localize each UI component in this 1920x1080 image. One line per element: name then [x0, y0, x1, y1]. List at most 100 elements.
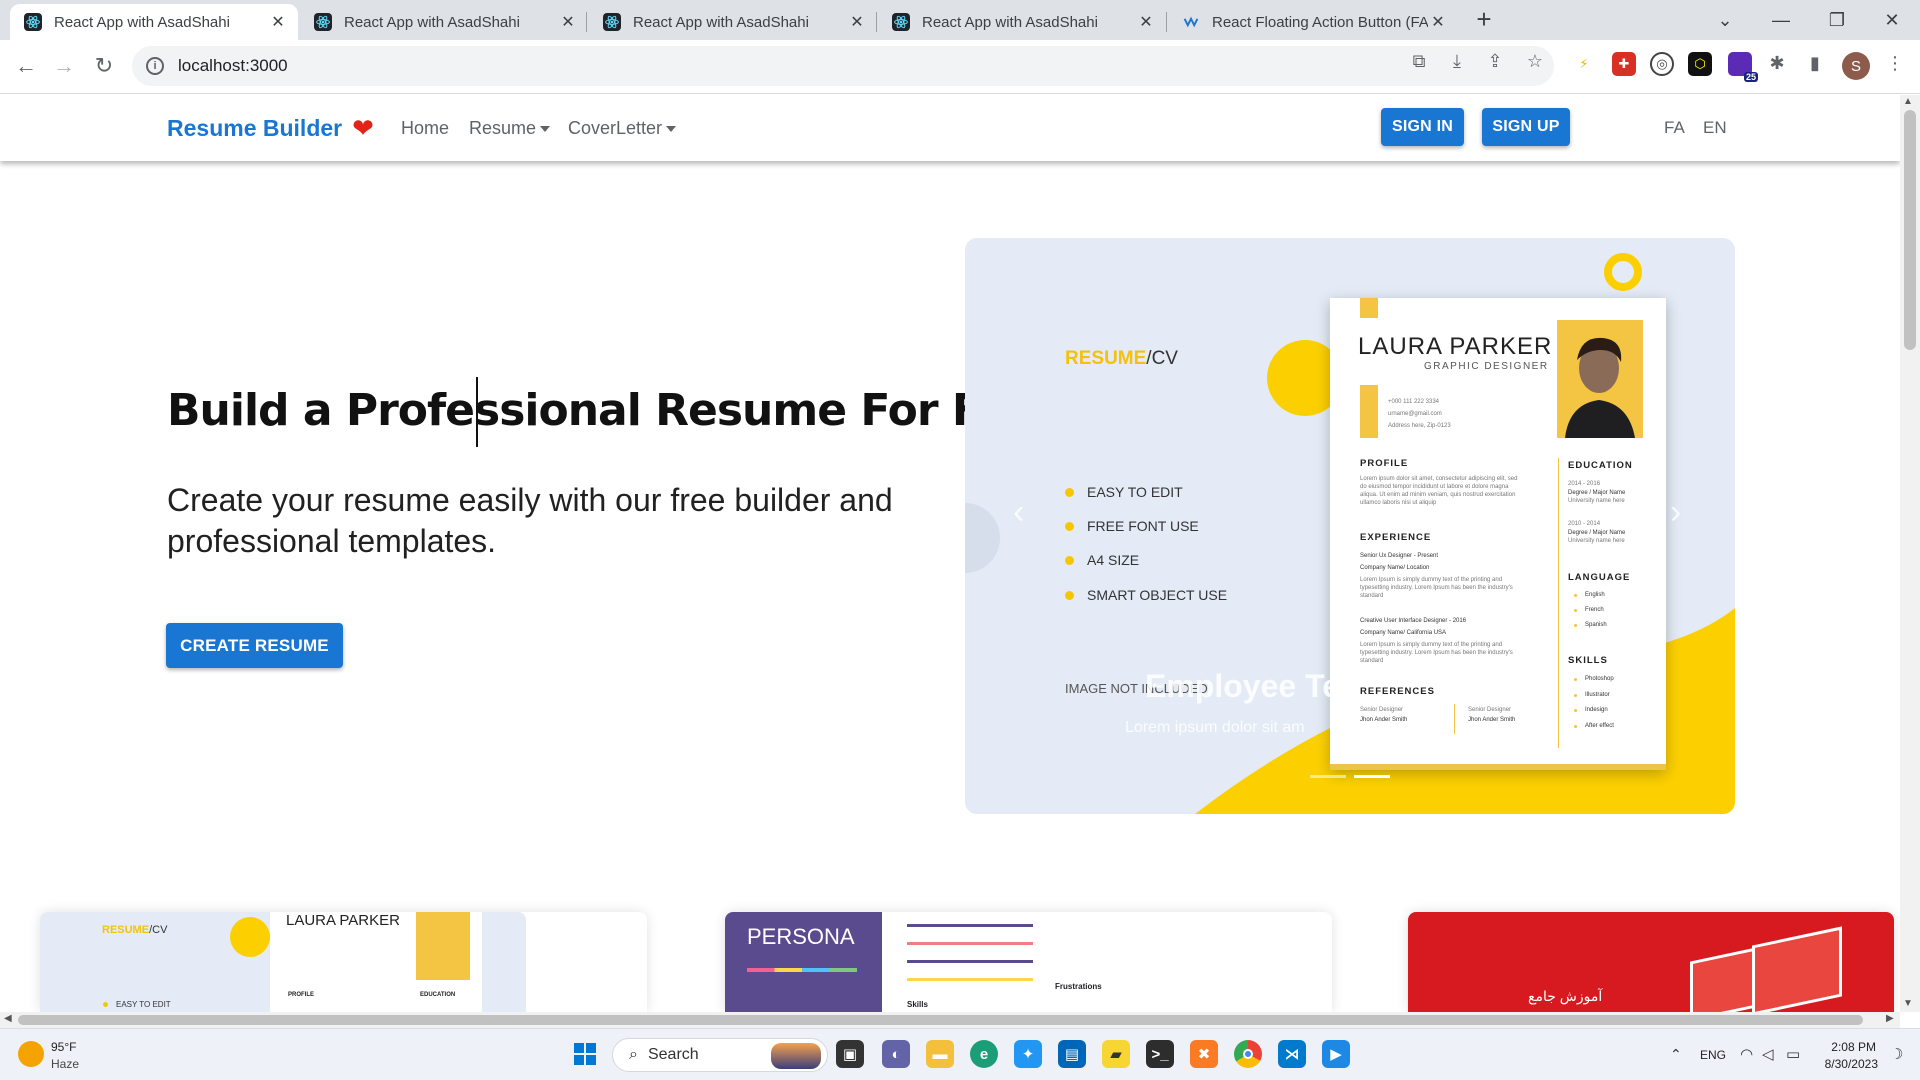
clock-time[interactable]: 2:08 PM	[1820, 1040, 1876, 1054]
brand-logo[interactable]: Resume Builder ❤	[167, 113, 374, 144]
carousel-indicator-active[interactable]	[1354, 775, 1390, 778]
bullet-icon	[1065, 521, 1074, 531]
forward-button[interactable]: →	[46, 48, 82, 84]
scroll-down-icon[interactable]: ▼	[1903, 998, 1913, 1009]
restore-button[interactable]: ❐	[1809, 0, 1865, 40]
microsoft-store-icon[interactable]: ▤	[1058, 1040, 1086, 1068]
lang-switch-fa[interactable]: FA	[1664, 118, 1685, 138]
battery-icon[interactable]: ▭	[1786, 1045, 1800, 1063]
persona-heading: PERSONA	[747, 924, 855, 949]
language-item: English	[1574, 592, 1605, 598]
extension-lightning-icon[interactable]: ⚡	[1572, 52, 1596, 76]
close-icon[interactable]: ✕	[1136, 12, 1156, 32]
back-button[interactable]: ←	[8, 48, 44, 84]
close-icon[interactable]: ✕	[847, 12, 867, 32]
vscode-icon[interactable]: ⋊	[1278, 1040, 1306, 1068]
extension-badge-icon[interactable]: 25	[1728, 52, 1758, 82]
carousel-tag-accent: RESUME	[1065, 348, 1147, 369]
nav-link-home[interactable]: Home	[401, 118, 449, 139]
browser-tab[interactable]: React App with AsadShahi ✕	[300, 4, 588, 40]
taskbar-search[interactable]: ⌕ Search	[612, 1038, 828, 1072]
weather-sun-icon[interactable]	[18, 1041, 44, 1067]
sticky-notes-icon[interactable]: ▰	[1102, 1040, 1130, 1068]
react-icon	[603, 13, 621, 31]
site-info-icon[interactable]: i	[146, 57, 164, 75]
tab-separator	[1166, 12, 1167, 32]
browser-tab[interactable]: React App with AsadShahi ✕	[878, 4, 1166, 40]
template-carousel[interactable]: RESUME/CV EASY TO EDIT FREE FONT USE A4 …	[965, 238, 1735, 814]
skill-item: After effect	[1574, 723, 1614, 729]
task-view-icon[interactable]: ▣	[836, 1040, 864, 1068]
carousel-prev-icon[interactable]: ‹	[1013, 493, 1024, 532]
contact-address: Address here, Zip-0123	[1388, 423, 1451, 429]
share-icon[interactable]: ⇪	[1484, 50, 1506, 72]
scroll-right-icon[interactable]: ▶	[1886, 1013, 1894, 1024]
close-icon[interactable]: ✕	[268, 12, 288, 32]
ref-name: Jhon Ander Smith	[1360, 717, 1408, 723]
nav-dropdown-resume[interactable]: Resume	[469, 118, 551, 139]
weather-temp[interactable]: 95°F	[51, 1040, 76, 1054]
nav-dropdown-coverletter[interactable]: CoverLetter	[568, 118, 677, 139]
sign-up-button[interactable]: SIGN UP	[1482, 108, 1570, 146]
xampp-icon[interactable]: ✖	[1190, 1040, 1218, 1068]
horizontal-scroll-thumb[interactable]	[18, 1015, 1863, 1025]
install-icon[interactable]: ⤓	[1446, 50, 1468, 72]
bookmark-star-icon[interactable]: ☆	[1524, 50, 1546, 72]
teams-chat-icon[interactable]: ◐	[882, 1040, 910, 1068]
extension-red-icon[interactable]: ✚	[1612, 52, 1636, 76]
browser-tab[interactable]: React Floating Action Button (FAB ✕	[1168, 4, 1458, 40]
persona-color-bar	[747, 968, 857, 972]
close-icon[interactable]: ✕	[1428, 12, 1448, 32]
window-close-button[interactable]: ✕	[1864, 0, 1920, 40]
profile-avatar[interactable]: S	[1842, 52, 1870, 80]
sign-in-button[interactable]: SIGN IN	[1381, 108, 1464, 146]
react-icon	[892, 13, 910, 31]
scroll-up-icon[interactable]: ▲	[1903, 96, 1913, 107]
extension-node-icon[interactable]: ⬡	[1688, 52, 1712, 76]
persona-slider	[907, 924, 1033, 927]
app-navbar: Resume Builder ❤ Home Resume CoverLetter…	[0, 95, 1900, 161]
media-player-icon[interactable]: ▶	[1322, 1040, 1350, 1068]
clock-date[interactable]: 8/30/2023	[1816, 1057, 1878, 1071]
tab-title: React App with AsadShahi	[633, 13, 809, 31]
new-tab-button[interactable]: +	[1470, 6, 1498, 34]
search-icon: ⌕	[629, 1046, 638, 1063]
lang-switch-en[interactable]: EN	[1703, 118, 1727, 138]
input-language[interactable]: ENG	[1700, 1048, 1726, 1062]
template-card[interactable]: RESUME/CV LAURA PARKER PROFILE EDUCATION…	[40, 912, 647, 1012]
edge-browser-icon[interactable]: e	[970, 1040, 998, 1068]
side-panel-icon[interactable]: ▮	[1804, 52, 1826, 74]
tab-search-button[interactable]: ⌄	[1697, 0, 1753, 40]
reload-button[interactable]: ↻	[86, 48, 122, 84]
terminal-icon[interactable]: >_	[1146, 1040, 1174, 1068]
weather-desc[interactable]: Haze	[51, 1057, 79, 1071]
extensions-puzzle-icon[interactable]: ✱	[1766, 52, 1788, 74]
template-card[interactable]: PERSONA Skills Frustrations	[725, 912, 1332, 1012]
chrome-icon[interactable]	[1234, 1040, 1262, 1068]
job-text: Lorem Ipsum is simply dummy text of the …	[1360, 577, 1513, 599]
carousel-next-icon[interactable]: ›	[1670, 493, 1681, 532]
volume-icon[interactable]: ◁	[1762, 1045, 1774, 1063]
windows-start-icon[interactable]	[574, 1043, 596, 1065]
create-resume-button[interactable]: CREATE RESUME	[166, 623, 343, 668]
address-bar[interactable]: i localhost:3000	[132, 46, 1554, 86]
browser-tab[interactable]: React App with AsadShahi ✕	[589, 4, 877, 40]
browser-tab[interactable]: React App with AsadShahi ✕	[10, 4, 298, 40]
file-explorer-icon[interactable]: ▬	[926, 1040, 954, 1068]
close-icon[interactable]: ✕	[558, 12, 578, 32]
carousel-caption-text: Lorem ipsum dolor sit am	[1125, 719, 1305, 736]
open-in-new-icon[interactable]: ⧉	[1408, 50, 1430, 72]
vertical-scroll-thumb[interactable]	[1904, 110, 1916, 350]
menu-kebab-icon[interactable]: ⋮	[1884, 52, 1906, 74]
scroll-left-icon[interactable]: ◀	[4, 1013, 12, 1024]
app-sparkle-icon[interactable]: ✦	[1014, 1040, 1042, 1068]
feature-label: EASY TO EDIT	[1087, 484, 1183, 500]
extension-circle-icon[interactable]: ◎	[1650, 52, 1674, 76]
wifi-icon[interactable]: ◠	[1740, 1045, 1753, 1063]
minimize-button[interactable]: —	[1753, 0, 1809, 40]
carousel-indicator[interactable]	[1310, 775, 1346, 778]
tray-overflow-icon[interactable]: ⌃	[1670, 1046, 1682, 1063]
react-icon	[24, 13, 42, 31]
notification-bell-icon[interactable]: ☽	[1890, 1045, 1903, 1063]
course-card[interactable]: آموزش جامع	[1408, 912, 1894, 1012]
